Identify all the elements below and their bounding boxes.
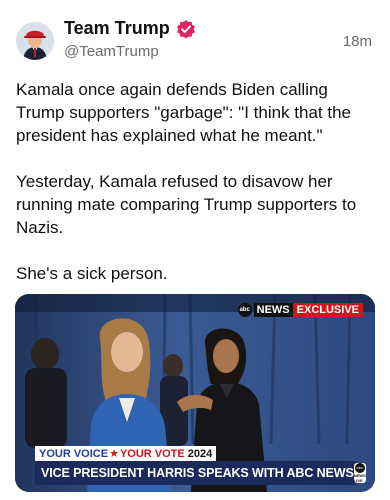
post-paragraph: Kamala once again defends Biden calling …: [16, 80, 351, 145]
star-icon: ★: [109, 448, 119, 460]
post-paragraph: Yesterday, Kamala refused to disavow her…: [16, 172, 357, 237]
profile-avatar-image: [16, 22, 54, 60]
post-media-video[interactable]: abc NEWS EXCLUSIVE YOUR VOICE ★ YOUR VOT…: [15, 294, 375, 492]
video-headline: VICE PRESIDENT HARRIS SPEAKS WITH ABC NE…: [41, 466, 354, 480]
badge-exclusive: EXCLUSIVE: [292, 303, 363, 317]
author-name[interactable]: Team Trump: [64, 18, 170, 39]
abc-news-live-logo: abc NEWS LIVE: [353, 463, 366, 483]
banner-year: 2024: [187, 447, 213, 460]
campaign-banner: YOUR VOICE ★ YOUR VOTE 2024: [35, 446, 217, 461]
post-paragraph: She's a sick person.: [16, 264, 168, 283]
author-name-row[interactable]: Team Trump: [64, 18, 196, 39]
banner-vote: YOUR VOTE: [119, 447, 185, 460]
news-live-label: NEWS LIVE: [353, 473, 366, 483]
verified-badge-icon: [176, 19, 195, 39]
news-exclusive-badge: abc NEWS EXCLUSIVE: [237, 303, 363, 317]
post-card[interactable]: Team Trump @TeamTrump 18m Kamala once ag…: [0, 0, 390, 500]
avatar[interactable]: [16, 22, 54, 60]
headline-banner: VICE PRESIDENT HARRIS SPEAKS WITH ABC NE…: [35, 461, 366, 485]
abc-logo: abc: [237, 303, 252, 317]
banner-voice: YOUR VOICE: [39, 447, 109, 460]
post-body: Kamala once again defends Biden calling …: [16, 78, 378, 308]
author-handle[interactable]: @TeamTrump: [64, 43, 159, 60]
post-timestamp[interactable]: 18m: [343, 33, 372, 50]
badge-network: NEWS: [253, 303, 293, 317]
abc-logo-mark: abc: [354, 463, 365, 473]
